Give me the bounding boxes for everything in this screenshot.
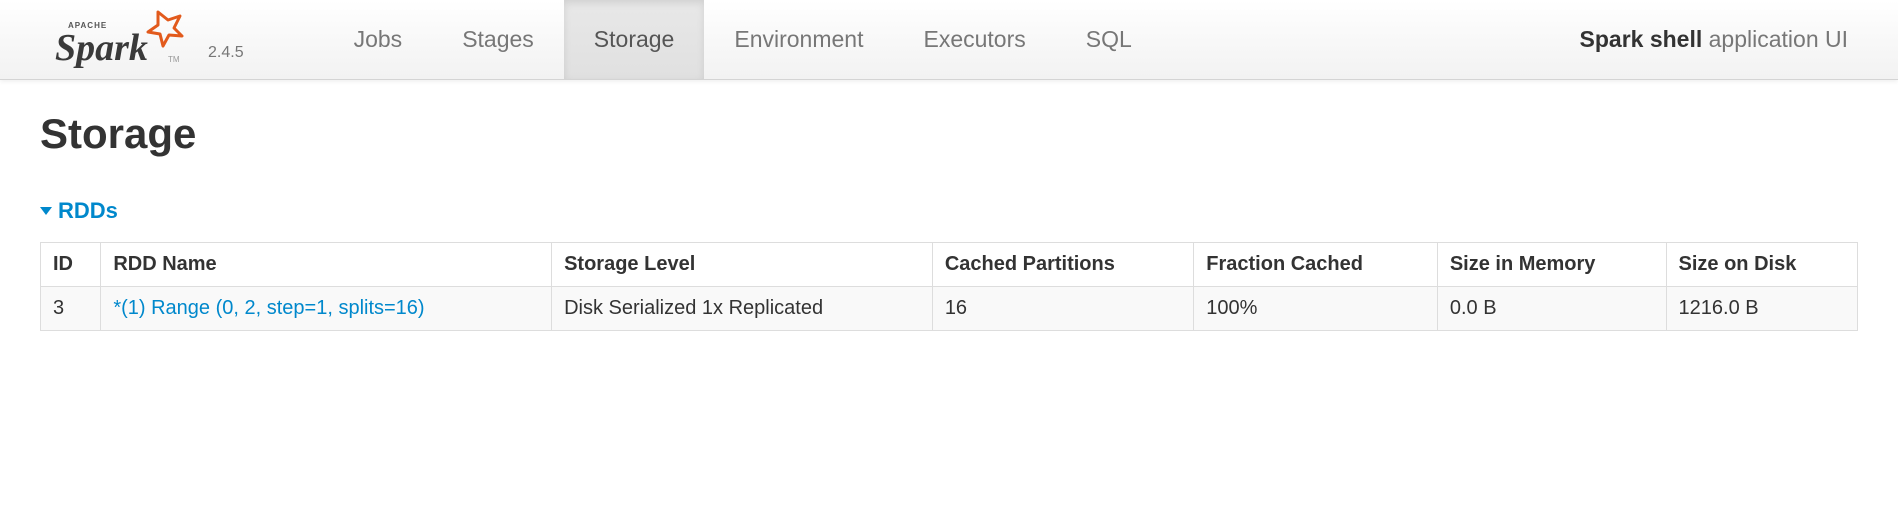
page-title: Storage: [40, 110, 1858, 158]
col-fraction-cached[interactable]: Fraction Cached: [1194, 243, 1438, 287]
cell-storage-level: Disk Serialized 1x Replicated: [552, 287, 933, 331]
col-size-on-disk[interactable]: Size on Disk: [1666, 243, 1857, 287]
rdds-table: ID RDD Name Storage Level Cached Partiti…: [40, 242, 1858, 331]
tab-environment[interactable]: Environment: [704, 0, 893, 79]
cell-size-on-disk: 1216.0 B: [1666, 287, 1857, 331]
rdd-link[interactable]: *(1) Range (0, 2, step=1, splits=16): [113, 297, 424, 319]
spark-logo-icon: APACHE Spark TM: [50, 10, 200, 70]
caret-down-icon: [40, 207, 52, 215]
brand[interactable]: APACHE Spark TM 2.4.5: [50, 10, 244, 70]
cell-rdd-name: *(1) Range (0, 2, step=1, splits=16): [101, 287, 552, 331]
content: Storage RDDs ID RDD Name Storage Level C…: [0, 80, 1898, 361]
cell-size-in-memory: 0.0 B: [1437, 287, 1666, 331]
section-label: RDDs: [58, 198, 118, 224]
table-row: 3 *(1) Range (0, 2, step=1, splits=16) D…: [41, 287, 1858, 331]
col-storage-level[interactable]: Storage Level: [552, 243, 933, 287]
cell-id: 3: [41, 287, 101, 331]
cell-fraction-cached: 100%: [1194, 287, 1438, 331]
cell-cached-partitions: 16: [932, 287, 1193, 331]
col-rdd-name[interactable]: RDD Name: [101, 243, 552, 287]
app-suffix: application UI: [1709, 26, 1848, 52]
section-rdds-toggle[interactable]: RDDs: [40, 198, 1858, 224]
nav-tabs: Jobs Stages Storage Environment Executor…: [324, 0, 1162, 79]
col-size-in-memory[interactable]: Size in Memory: [1437, 243, 1666, 287]
svg-text:Spark: Spark: [55, 27, 148, 69]
col-id[interactable]: ID: [41, 243, 101, 287]
tab-stages[interactable]: Stages: [432, 0, 564, 79]
col-cached-partitions[interactable]: Cached Partitions: [932, 243, 1193, 287]
tab-jobs[interactable]: Jobs: [324, 0, 433, 79]
tab-executors[interactable]: Executors: [893, 0, 1055, 79]
app-name: Spark shell: [1580, 26, 1703, 52]
tab-storage[interactable]: Storage: [564, 0, 705, 79]
app-title: Spark shell application UI: [1580, 26, 1848, 53]
svg-text:TM: TM: [168, 55, 180, 64]
spark-star-icon: [148, 12, 182, 46]
tab-sql[interactable]: SQL: [1056, 0, 1162, 79]
table-header-row: ID RDD Name Storage Level Cached Partiti…: [41, 243, 1858, 287]
navbar: APACHE Spark TM 2.4.5 Jobs Stages Storag…: [0, 0, 1898, 80]
brand-version: 2.4.5: [208, 44, 244, 70]
